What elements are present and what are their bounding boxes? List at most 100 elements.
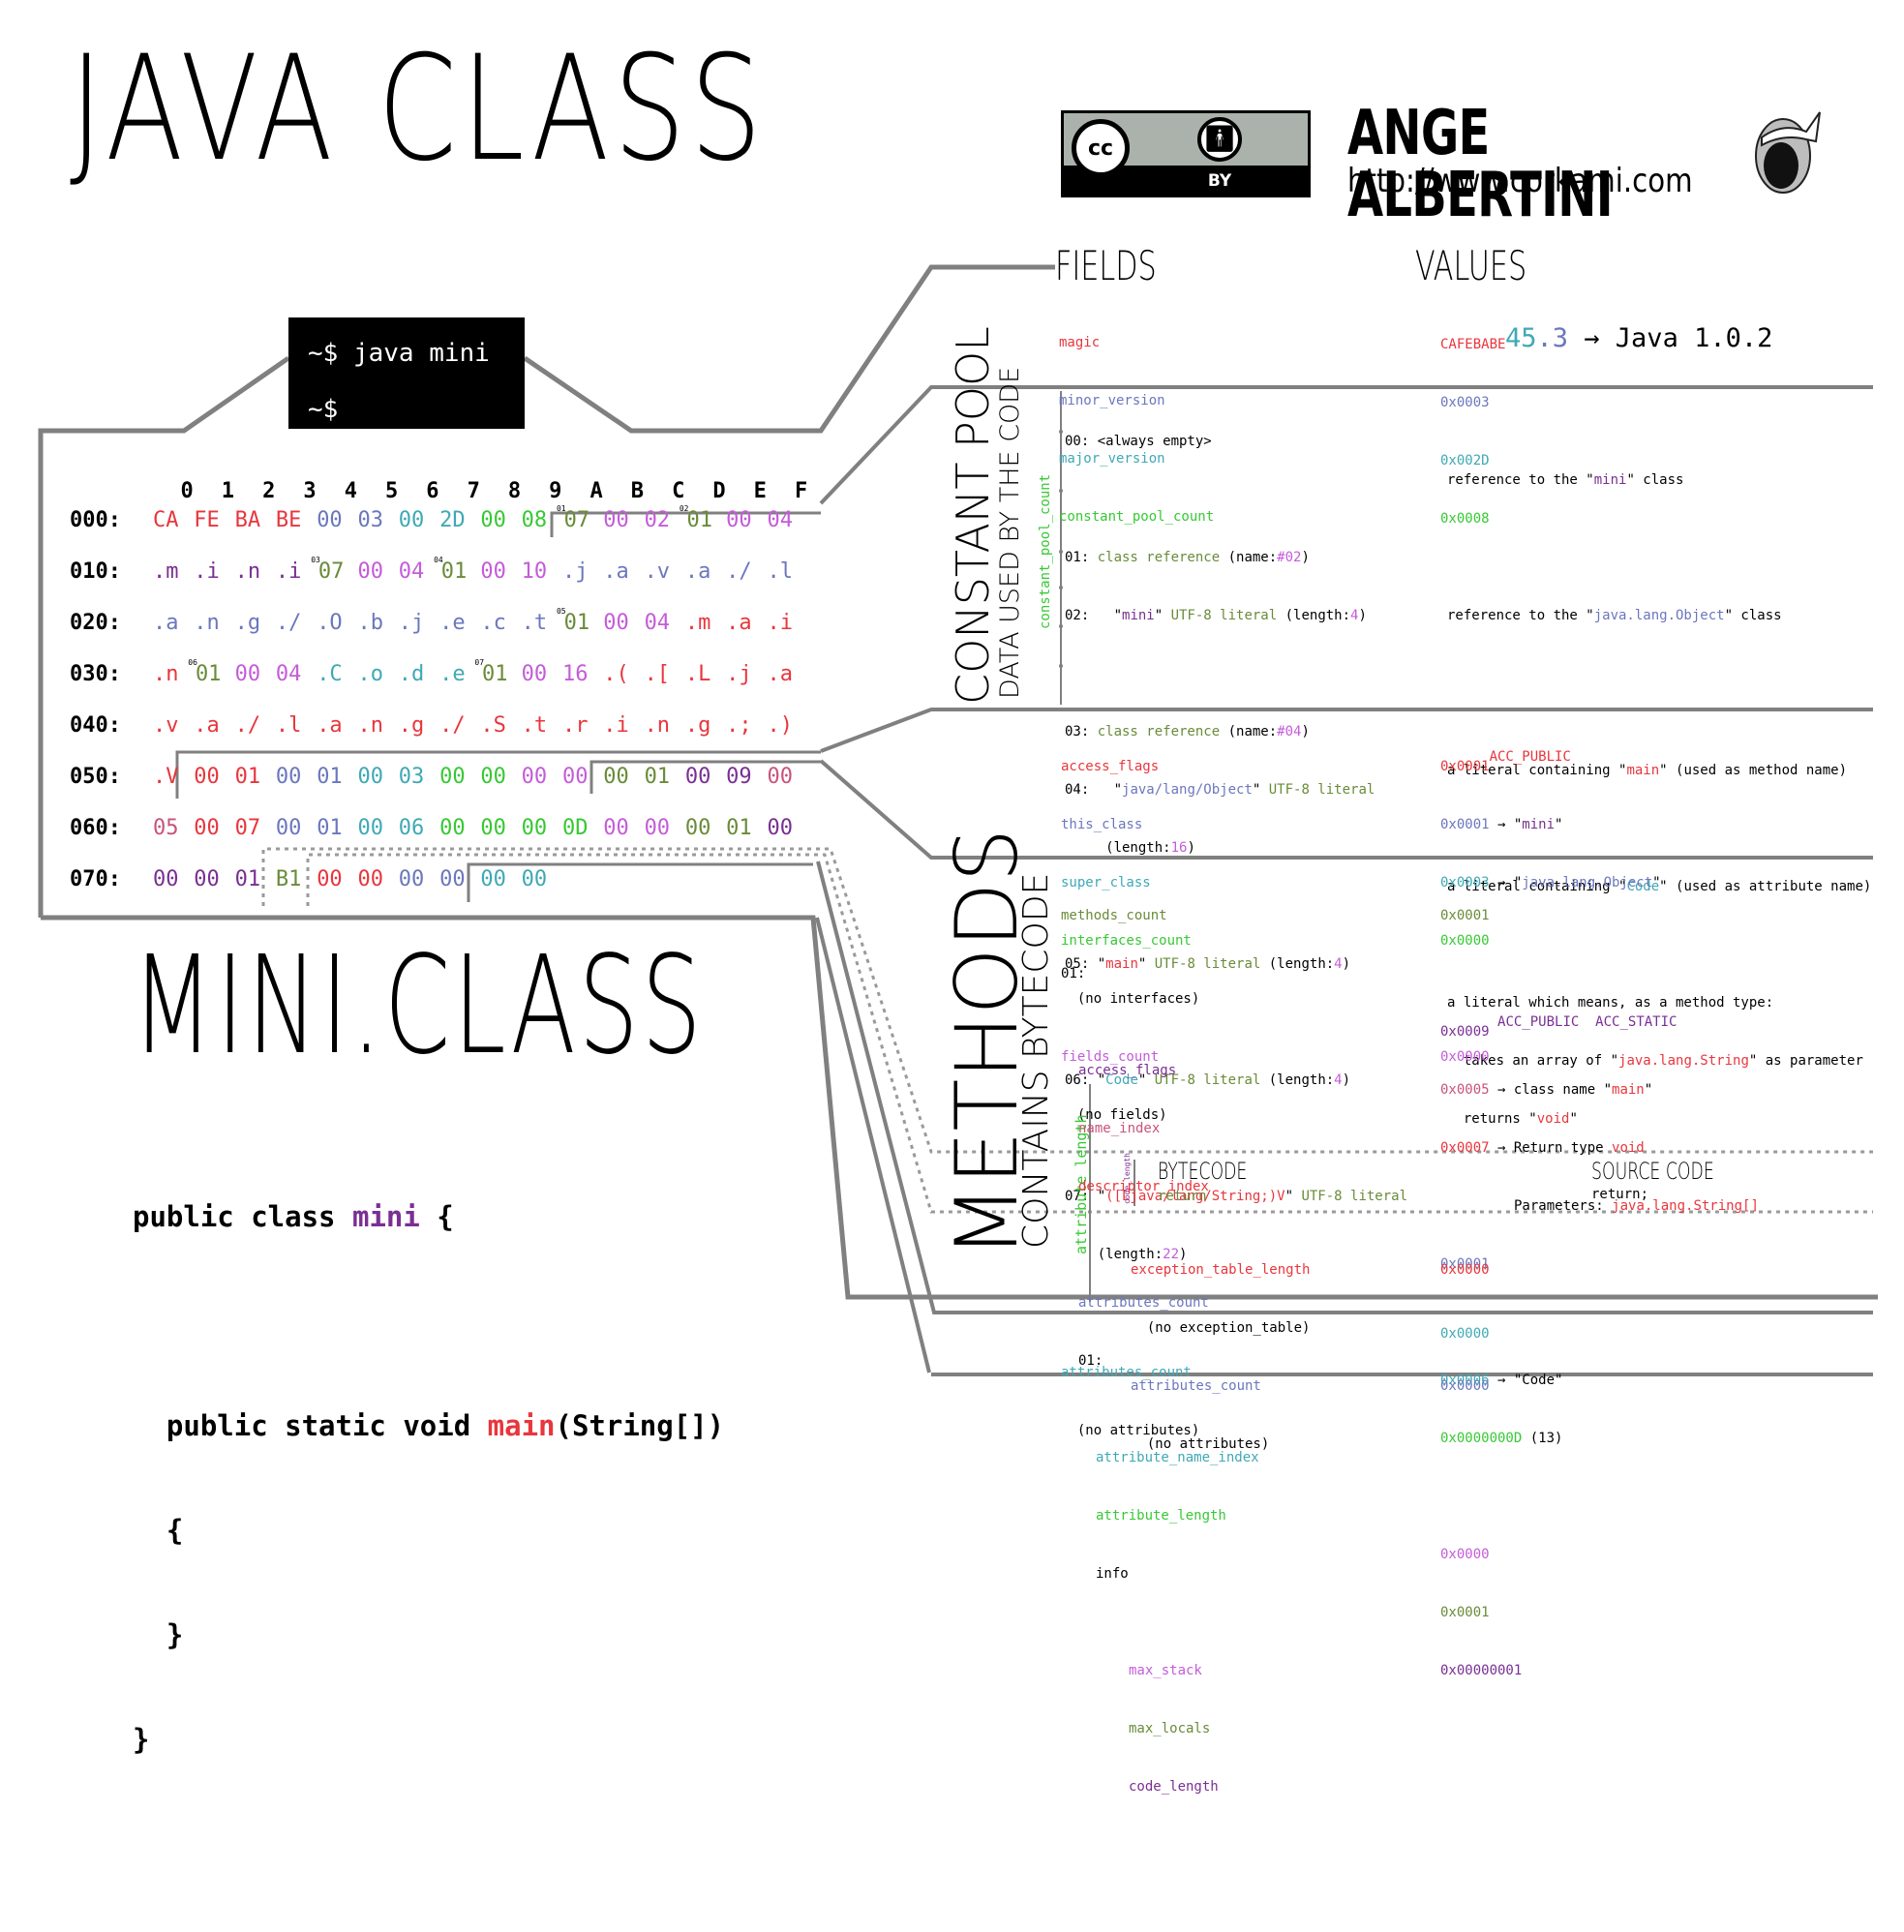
hex-byte: .i xyxy=(194,559,234,584)
hex-column-label: 9 xyxy=(549,479,562,503)
hex-byte-value: .a xyxy=(767,662,793,686)
terminal-command-line: ~$ java mini xyxy=(308,339,490,368)
hex-byte-value: .n xyxy=(234,559,261,584)
hex-byte: .r xyxy=(562,713,603,738)
class-access-flags-label: access_flags xyxy=(1061,759,1160,774)
hexdump-row: 070: 00 00 01 B1 00 00 00 00 00 00 xyxy=(70,867,808,919)
value-magic: CAFEBABE xyxy=(1440,337,1506,352)
main-title: JAVA CLASS xyxy=(70,25,767,194)
hex-byte: 03 xyxy=(399,765,439,789)
hex-byte: .b xyxy=(357,611,398,635)
hex-byte: 00 xyxy=(194,765,234,789)
hex-byte: .n xyxy=(645,713,685,738)
hex-byte-value: 0D xyxy=(561,816,589,840)
hex-byte: 00 xyxy=(317,508,357,532)
cp-index-marker: 04 xyxy=(434,556,443,564)
hex-byte-value: .a xyxy=(726,611,752,635)
hex-byte-value: 00 xyxy=(275,816,302,840)
method-name-index-value: 0x0005 → class name "main" xyxy=(1440,1082,1653,1098)
hex-byte-value: 00 xyxy=(398,508,425,532)
hex-byte-value: 00 xyxy=(767,765,793,789)
methods-count-value: 0x0001 xyxy=(1440,908,1490,923)
hex-byte: .v xyxy=(645,559,685,584)
hex-byte: 0401 xyxy=(434,556,480,584)
hexdump-row: 010: .m .i .n .i 0307 00 04 0401 00 10 .j .a .v .a ./.l xyxy=(70,556,808,611)
author-url-link[interactable]: http://www.corkami.com xyxy=(1347,165,1693,197)
hex-byte-value: 04 xyxy=(275,662,302,686)
hex-byte: 00 xyxy=(480,867,521,891)
hex-byte: .; xyxy=(726,713,767,738)
hex-column-label: 8 xyxy=(507,479,522,503)
attribute-length-value: 0x0000000D (13) xyxy=(1440,1431,1563,1446)
hex-byte-value: .j xyxy=(726,662,752,686)
hex-offset: 000: xyxy=(70,508,121,532)
hex-offset: 010: xyxy=(70,559,121,584)
hex-byte: .a xyxy=(153,611,194,635)
hex-byte: 00 xyxy=(439,867,480,891)
hex-byte: 06 xyxy=(399,816,439,840)
hex-column-label: 4 xyxy=(344,479,357,503)
hex-byte: 0501 xyxy=(557,607,603,635)
hex-byte-value: 00 xyxy=(767,816,793,840)
hex-byte: .i xyxy=(603,713,644,738)
hex-byte: .j xyxy=(726,662,767,686)
hex-byte: B1 xyxy=(276,867,317,891)
hex-byte: 00 xyxy=(399,508,439,532)
hex-byte-value: 00 xyxy=(357,765,383,789)
hex-byte: .a xyxy=(726,611,767,635)
code-length-value: 0x00000001 xyxy=(1440,1663,1523,1678)
hex-byte: 00 xyxy=(603,765,644,789)
hex-byte: 01 xyxy=(645,765,685,789)
hex-byte: .o xyxy=(357,662,398,686)
hex-byte-value: .; xyxy=(726,713,752,738)
hex-byte: .l xyxy=(276,713,317,738)
hex-byte: 00 xyxy=(685,816,726,840)
hex-byte-value: ./ xyxy=(439,713,466,738)
class-attributes: attributes_count (no attributes) xyxy=(1061,1324,1199,1460)
cp-index-marker: 07 xyxy=(474,658,485,667)
hex-byte: 16 xyxy=(562,662,603,686)
hex-byte-value: 00 xyxy=(357,559,383,584)
method-name: main xyxy=(487,1409,556,1442)
fields-heading: FIELDS xyxy=(1055,242,1157,289)
hex-byte-value: 00 xyxy=(726,508,752,532)
hex-byte-value: 05 xyxy=(153,816,179,840)
hex-byte: 00 xyxy=(357,559,398,584)
hex-byte: 00 xyxy=(726,508,767,532)
creative-commons-icon: cc xyxy=(1072,119,1130,177)
hex-byte-value: .) xyxy=(767,713,793,738)
hex-byte-value: 01 xyxy=(317,816,343,840)
hex-byte-value: .l xyxy=(767,559,793,584)
hex-byte-value: 01 xyxy=(234,765,261,789)
method-name-index-label: name_index xyxy=(1078,1121,1161,1136)
hex-byte-value: 03 xyxy=(357,508,383,532)
source-line-close-brace: } xyxy=(133,1618,184,1651)
hex-byte: 07 xyxy=(235,816,276,840)
hex-byte: 00 xyxy=(194,867,234,891)
hex-byte-value: B1 xyxy=(275,867,302,891)
hex-byte: .j xyxy=(399,611,439,635)
hex-byte-value: 09 xyxy=(726,765,752,789)
max-stack-label: max_stack xyxy=(1129,1663,1202,1678)
hex-byte-value: 01 xyxy=(440,559,468,584)
hex-byte-value: 00 xyxy=(603,508,629,532)
hex-byte: .( xyxy=(603,662,644,686)
hexdump-row: 030: .n 0601 00 04 .C .o .d .e 0701 00 16 .(.[.L .j .a xyxy=(70,658,808,713)
hex-byte: .V xyxy=(153,765,194,789)
hex-byte: CA xyxy=(153,508,194,532)
hexdump: 000: CA FE BA BE 00 03 00 2D 00 08 0107 00 02 0201 00 04… xyxy=(70,504,808,919)
hex-byte: 03 xyxy=(357,508,398,532)
hex-byte-value: 07 xyxy=(234,816,261,840)
source-line-class: public class mini { xyxy=(133,1200,454,1233)
hex-column-label: 3 xyxy=(303,479,317,503)
cc-by-license-badge[interactable]: cc 🚹︎ BY xyxy=(1061,110,1311,197)
hex-byte: 04 xyxy=(276,662,317,686)
hex-byte: 00 xyxy=(603,508,644,532)
hex-byte: 00 xyxy=(194,816,234,840)
hex-offset: 060: xyxy=(70,816,121,840)
hex-byte: .a xyxy=(194,713,234,738)
hex-byte-value: .g xyxy=(234,611,261,635)
terminal-prompt-line: ~$ xyxy=(308,395,339,424)
hex-byte: .m xyxy=(153,559,194,584)
hex-byte: 09 xyxy=(726,765,767,789)
